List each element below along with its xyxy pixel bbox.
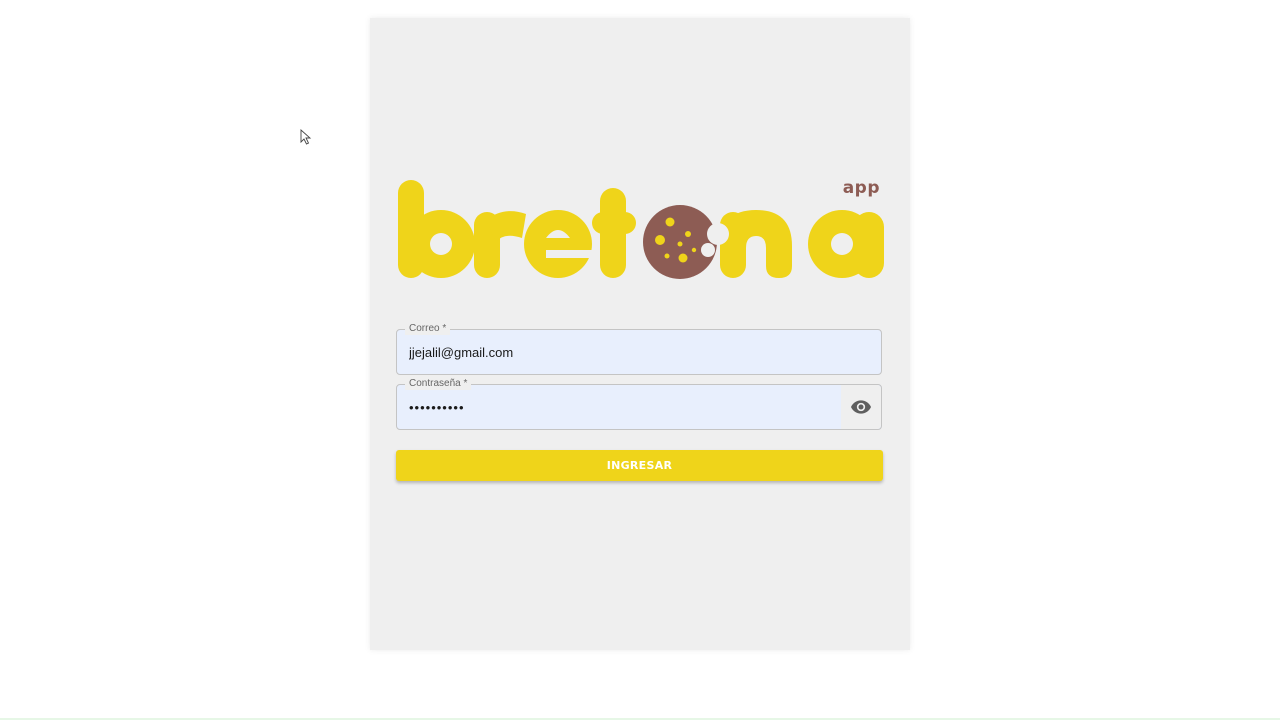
login-page: app Correo * Contraseña * INGRESAR — [0, 0, 1280, 720]
email-input[interactable] — [397, 330, 881, 374]
mouse-cursor-icon — [300, 129, 312, 145]
password-visibility-toggle[interactable] — [841, 385, 881, 429]
cookie-icon — [643, 205, 729, 279]
login-card: app Correo * Contraseña * INGRESAR — [370, 18, 910, 650]
logo-app-badge: app — [842, 178, 880, 198]
brand-logo: app — [396, 176, 886, 282]
password-input[interactable] — [397, 385, 841, 429]
email-field: Correo * — [396, 323, 882, 375]
login-button[interactable]: INGRESAR — [396, 450, 883, 481]
password-field: Contraseña * — [396, 378, 882, 430]
bretona-logo-graphic — [398, 180, 884, 279]
eye-icon — [851, 400, 871, 414]
